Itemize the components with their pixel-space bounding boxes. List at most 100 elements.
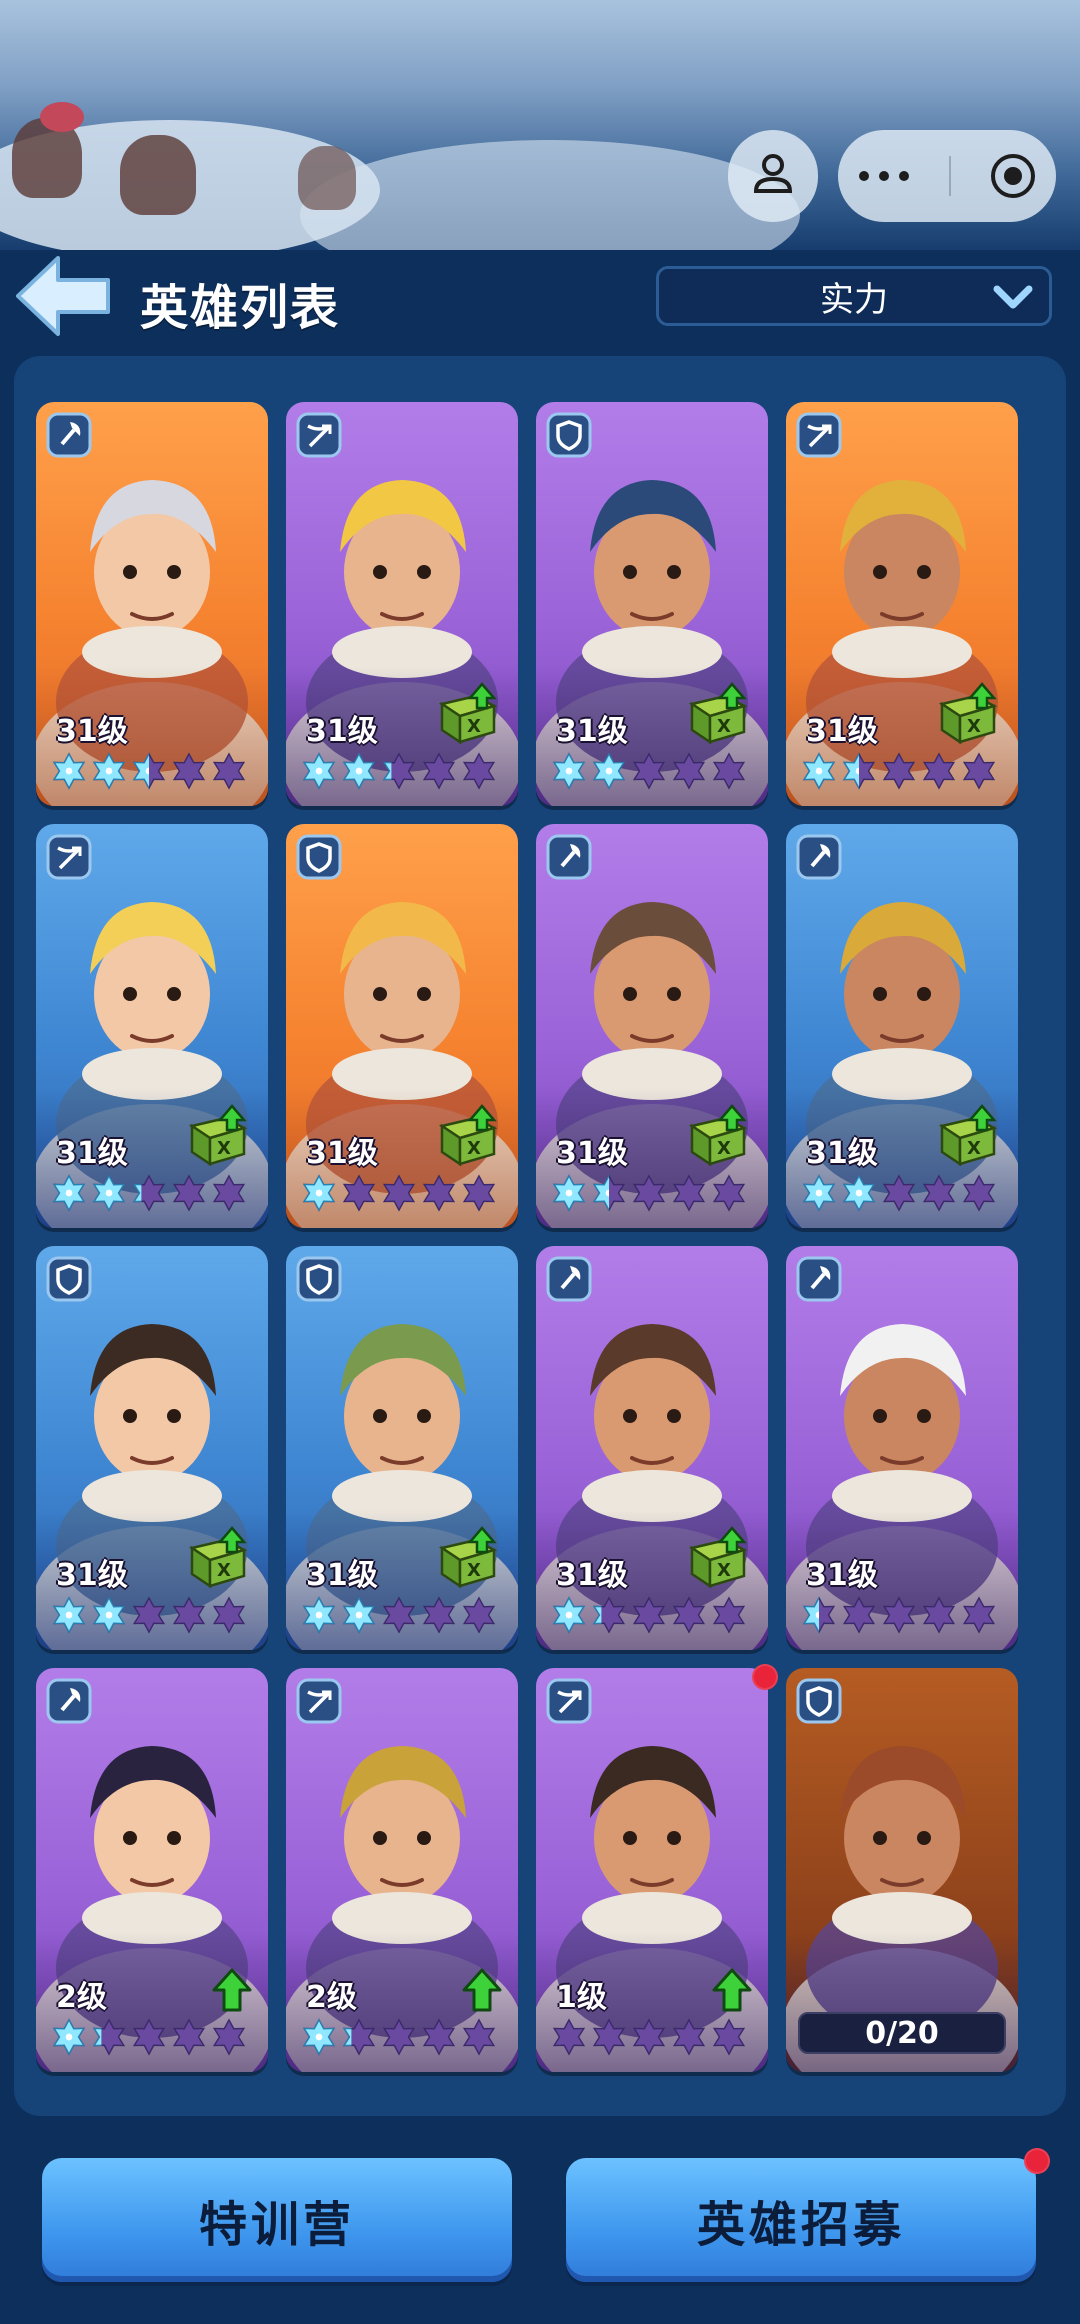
- svg-text:X: X: [467, 716, 481, 737]
- hero-card[interactable]: 31级 X: [36, 824, 268, 1228]
- hero-card[interactable]: 31级 X: [536, 824, 768, 1228]
- star-partial-icon: [802, 1596, 836, 1634]
- hero-recruit-button[interactable]: 英雄招募: [566, 2158, 1036, 2282]
- star-rating: [550, 2018, 748, 2056]
- mini-program-button[interactable]: [728, 130, 818, 222]
- hero-level: 31级: [806, 1558, 878, 1593]
- game-controller-icon: [753, 154, 793, 193]
- sort-value: 实力: [820, 279, 888, 320]
- star-empty-icon: [552, 2018, 586, 2056]
- npc-hat: [40, 102, 84, 132]
- star-empty-icon: [212, 1174, 246, 1212]
- star-filled-icon: [802, 752, 836, 790]
- page-title: 英雄列表: [140, 280, 341, 336]
- hero-level: 2级: [56, 1980, 107, 2015]
- hero-level: 31级: [56, 1558, 128, 1593]
- star-filled-icon: [552, 752, 586, 790]
- svg-text:X: X: [717, 716, 731, 737]
- star-empty-icon: [712, 752, 746, 790]
- star-empty-icon: [212, 752, 246, 790]
- hero-card[interactable]: 31级 X: [286, 1246, 518, 1650]
- hero-card[interactable]: 31级: [786, 1246, 1018, 1650]
- hero-card[interactable]: 31级: [36, 402, 268, 806]
- star-partial-icon: [382, 752, 416, 790]
- axe-class-icon: [46, 412, 92, 458]
- capsule-menu: [838, 130, 1056, 222]
- star-rating: [50, 752, 248, 790]
- star-partial-icon: [342, 2018, 376, 2056]
- hero-card[interactable]: 31级 X: [786, 402, 1018, 806]
- star-filled-icon: [52, 1596, 86, 1634]
- hero-card[interactable]: 1级: [536, 1668, 768, 2072]
- sort-dropdown[interactable]: 实力: [656, 266, 1052, 326]
- hero-card[interactable]: 31级 X: [286, 824, 518, 1228]
- shield-class-icon: [296, 834, 342, 880]
- training-camp-button[interactable]: 特训营: [42, 2158, 512, 2282]
- shield-class-icon: [46, 1256, 92, 1302]
- hero-card[interactable]: 2级: [286, 1668, 518, 2072]
- star-empty-icon: [382, 1174, 416, 1212]
- hero-grid-panel: 31级 31级 X 31级 X 31级 X 31级 X 31级 X 31级 X 31级 X 31级 X 31级 X 3…: [14, 356, 1066, 2116]
- crossbow-class-icon: [296, 1678, 342, 1724]
- star-empty-icon: [842, 1596, 876, 1634]
- star-rating: [800, 1596, 998, 1634]
- star-filled-icon: [302, 1174, 336, 1212]
- hero-level: 31级: [56, 1136, 128, 1171]
- star-partial-icon: [132, 1174, 166, 1212]
- hero-level: 31级: [556, 714, 628, 749]
- star-empty-icon: [672, 1174, 706, 1212]
- fragment-progress: 0/20: [798, 2012, 1006, 2054]
- axe-class-icon: [796, 1256, 842, 1302]
- hero-level: 31级: [56, 714, 128, 749]
- more-icon[interactable]: [856, 166, 912, 186]
- upgrade-book-icon: X: [188, 1526, 248, 1589]
- star-empty-icon: [922, 1596, 956, 1634]
- hero-card[interactable]: 31级 X: [36, 1246, 268, 1650]
- svg-text:X: X: [967, 1138, 981, 1159]
- star-filled-icon: [552, 1596, 586, 1634]
- crossbow-class-icon: [546, 1678, 592, 1724]
- axe-class-icon: [796, 834, 842, 880]
- star-empty-icon: [882, 1596, 916, 1634]
- star-empty-icon: [172, 2018, 206, 2056]
- star-empty-icon: [422, 2018, 456, 2056]
- hero-level: 31级: [306, 714, 378, 749]
- hero-level: 31级: [556, 1136, 628, 1171]
- svg-text:X: X: [217, 1138, 231, 1159]
- hero-card[interactable]: 2级: [36, 1668, 268, 2072]
- star-empty-icon: [382, 1596, 416, 1634]
- notification-dot: [752, 1664, 778, 1690]
- star-partial-icon: [842, 752, 876, 790]
- star-rating: [550, 1596, 748, 1634]
- star-empty-icon: [212, 2018, 246, 2056]
- star-empty-icon: [632, 752, 666, 790]
- hero-card-locked[interactable]: 0/20: [786, 1668, 1018, 2072]
- upgrade-book-icon: X: [438, 1526, 498, 1589]
- star-empty-icon: [172, 752, 206, 790]
- axe-class-icon: [46, 1678, 92, 1724]
- target-circle-icon[interactable]: [988, 151, 1038, 201]
- hero-card[interactable]: 31级 X: [786, 824, 1018, 1228]
- star-empty-icon: [422, 752, 456, 790]
- star-filled-icon: [92, 752, 126, 790]
- upgrade-book-icon: X: [938, 682, 998, 745]
- svg-text:X: X: [217, 1560, 231, 1581]
- hero-card[interactable]: 31级 X: [536, 402, 768, 806]
- hero-card[interactable]: 31级 X: [536, 1246, 768, 1650]
- back-button[interactable]: [14, 254, 114, 338]
- hero-level: 31级: [556, 1558, 628, 1593]
- npc-figure: [298, 146, 356, 210]
- star-empty-icon: [882, 752, 916, 790]
- hero-card[interactable]: 31级 X: [286, 402, 518, 806]
- star-partial-icon: [592, 1174, 626, 1212]
- star-rating: [50, 1596, 248, 1634]
- notification-dot: [1024, 2148, 1050, 2174]
- star-empty-icon: [712, 1596, 746, 1634]
- star-filled-icon: [92, 1596, 126, 1634]
- svg-text:X: X: [717, 1560, 731, 1581]
- star-empty-icon: [882, 1174, 916, 1212]
- star-filled-icon: [302, 1596, 336, 1634]
- star-rating: [800, 752, 998, 790]
- svg-text:X: X: [717, 1138, 731, 1159]
- star-filled-icon: [302, 2018, 336, 2056]
